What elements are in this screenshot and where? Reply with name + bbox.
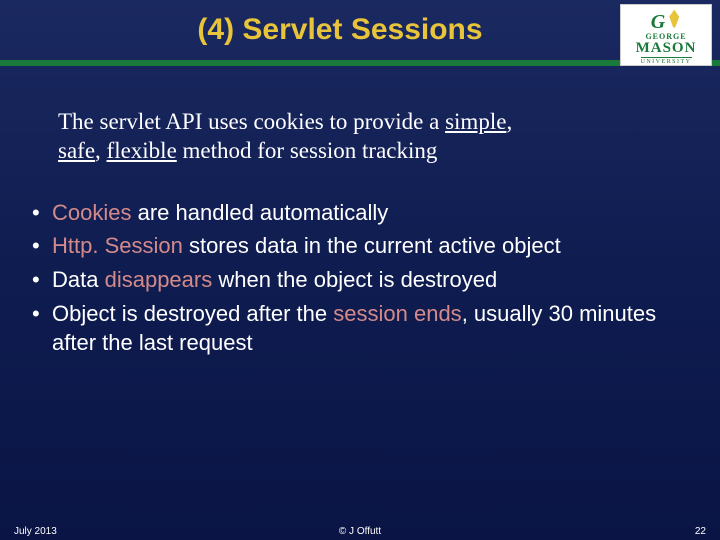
intro-text: , <box>95 138 107 163</box>
bullet-text: are handled automatically <box>131 200 388 225</box>
list-item: Cookies are handled automatically <box>28 198 660 228</box>
footer-date: July 2013 <box>14 526 57 537</box>
footer-page-number: 22 <box>695 526 706 537</box>
header: (4) Servlet Sessions G GEORGE MASON UNIV… <box>0 0 720 66</box>
slide: (4) Servlet Sessions G GEORGE MASON UNIV… <box>0 0 720 540</box>
bullet-text: when the object is destroyed <box>212 267 497 292</box>
intro-underline-simple: simple <box>445 109 506 134</box>
footer-copyright: © J Offutt <box>339 526 381 537</box>
logo-text-mason: MASON <box>636 41 697 56</box>
intro-underline-safe: safe <box>58 138 95 163</box>
gmu-logo: G GEORGE MASON UNIVERSITY <box>620 4 712 66</box>
bullet-list: Cookies are handled automatically Http. … <box>28 198 660 358</box>
feather-icon <box>667 10 681 32</box>
intro-text: method for session tracking <box>177 138 438 163</box>
bullet-text: stores data in the current active object <box>183 233 561 258</box>
intro-paragraph: The servlet API uses cookies to provide … <box>58 108 660 166</box>
logo-text-university: UNIVERSITY <box>641 57 692 65</box>
logo-mark: G <box>651 6 681 32</box>
highlight-text: disappears <box>105 267 213 292</box>
list-item: Http. Session stores data in the current… <box>28 231 660 261</box>
slide-title: (4) Servlet Sessions <box>197 13 482 47</box>
bullet-text: Object is destroyed after the <box>52 301 333 326</box>
bullet-text: Data <box>52 267 105 292</box>
intro-text: The servlet API uses cookies to provide … <box>58 109 445 134</box>
logo-g-icon: G <box>651 12 665 32</box>
list-item: Data disappears when the object is destr… <box>28 265 660 295</box>
highlight-text: Cookies <box>52 200 131 225</box>
highlight-text: Http. Session <box>52 233 183 258</box>
intro-text: , <box>506 109 512 134</box>
list-item: Object is destroyed after the session en… <box>28 299 660 358</box>
intro-underline-flexible: flexible <box>107 138 177 163</box>
highlight-text: session ends <box>333 301 461 326</box>
